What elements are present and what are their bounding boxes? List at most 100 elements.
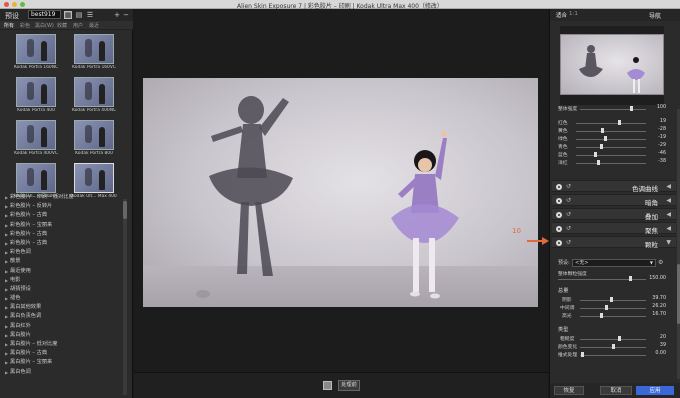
slider-knob[interactable] [596,160,600,165]
navigator-preview[interactable] [560,26,664,105]
magenta-slider[interactable]: 洋红 -38 [558,159,666,167]
grid-view-icon[interactable]: ▦ [64,11,72,19]
reset-icon[interactable]: ↺ [566,225,571,232]
preset-thumbnail[interactable]: Kodak Portra 400VC [12,120,60,158]
slider-knob[interactable] [618,336,622,341]
slider-knob[interactable] [610,297,614,302]
section-grain[interactable]: ↺ 颗粒 ▼ [552,236,676,249]
preset-thumbnail[interactable]: Kodak Portra 800 [70,120,118,158]
section-tone-curve[interactable]: ↺ 色调曲线 ◀ [552,180,676,193]
grain-preset-select[interactable]: <无> ▼ [572,259,656,267]
expand-arrow-icon: ▶ [5,351,9,357]
preset-search-input[interactable]: best919 [28,10,61,19]
preset-category[interactable]: ▶ 黑白胶片 [4,331,122,340]
preset-category[interactable]: ▶ 彩色胶片 – 古典 [4,239,122,248]
reset-button[interactable]: 恢复 [554,386,584,395]
grain-midtones-slider[interactable]: 中间调 26.20 [558,304,666,312]
expand-arrow-icon: ▶ [5,360,9,366]
background-color-swatch[interactable] [323,381,332,390]
slider-knob[interactable] [594,152,598,157]
slider-knob[interactable] [628,276,632,281]
slider-knob[interactable] [581,352,585,357]
zoom-fit-button[interactable]: 适合 [556,11,567,19]
section-toggle-icon[interactable] [556,212,562,218]
grain-push-processing-slider[interactable]: 推式处理 0.00 [558,351,666,359]
slider-knob[interactable] [603,136,607,141]
preset-thumbnail[interactable]: Kodak Portra 160NC [12,34,60,72]
preset-category[interactable]: ▶ 黑白其他效果 [4,303,122,312]
preset-thumbnail[interactable]: Kodak Portra 400 [12,77,60,115]
section-vignette[interactable]: ↺ 暗角 ◀ [552,194,676,207]
preset-category[interactable]: ▶ 电影 [4,276,122,285]
reset-icon[interactable]: ↺ [566,211,571,218]
preset-category[interactable]: ▶ 黑白胶片 – 低对比度 [4,340,122,349]
reset-icon[interactable]: ↺ [566,239,571,246]
yellow-slider[interactable]: 黄色 -28 [558,127,666,135]
preset-category[interactable]: ▶ 黑白负责色调 [4,312,122,321]
cancel-button[interactable]: 取消 [600,386,632,395]
expand-arrow-icon: ▶ [5,195,9,200]
reset-icon[interactable]: ↺ [566,183,571,190]
preset-category[interactable]: ▶ 胡猜预设 [4,285,122,294]
cyan-slider[interactable]: 青色 -29 [558,143,666,151]
preset-category[interactable]: ▶ 黑白红外 [4,322,122,331]
chevron-left-icon: ◀ [666,225,671,232]
add-preset-icon[interactable]: + [113,11,121,19]
tab-user[interactable]: 用户 [73,22,83,29]
before-processing-button[interactable]: 处理前 [338,380,360,391]
green-slider[interactable]: 绿色 -19 [558,135,666,143]
section-toggle-icon[interactable] [556,184,562,190]
preset-category[interactable]: ▶ 彩色胶片 – 古典 [4,211,122,220]
tab-recent[interactable]: 最近 [89,22,99,29]
tab-favorites[interactable]: 收藏 [57,22,67,29]
tab-bw[interactable]: 黑白(W) [35,22,54,29]
preset-category[interactable]: ▶ 彩色胶片 – 古典 [4,230,122,239]
overall-intensity-slider[interactable]: 整体强度 100 [558,105,666,113]
preset-list-scrollbar[interactable] [123,199,127,395]
slider-knob[interactable] [604,305,608,310]
preset-thumbnail-grid: Kodak Portra 160NC Kodak Portra 160VC Ko… [6,31,124,202]
grain-preset-settings-icon[interactable]: ⚙ [658,259,663,266]
preset-category[interactable]: ▶ 黑白胶片 – 宝丽来 [4,358,122,367]
tab-all[interactable]: 所有 [4,22,14,29]
slider-knob[interactable] [601,128,605,133]
preset-category[interactable]: ▶ 散景 [4,257,122,266]
section-toggle-icon[interactable] [556,198,562,204]
slider-knob[interactable] [629,106,633,111]
overall-grain-slider[interactable]: 整体颗粒强度 150.00 [558,270,666,281]
section-overlays[interactable]: ↺ 叠加 ◀ [552,208,676,221]
slider-knob[interactable] [611,344,615,349]
red-slider[interactable]: 红色 19 [558,119,666,127]
blue-slider[interactable]: 蓝色 -46 [558,151,666,159]
preset-category[interactable]: ▶ 彩色胶片 – 印刷 – 低对比度 [4,193,122,202]
thumbnail-caption: Kodak Portra 800 [75,151,113,156]
preset-category[interactable]: ▶ 彩色色调 [4,248,122,257]
chevron-left-icon: ◀ [666,183,671,190]
preset-category[interactable]: ▶ 最近使用 [4,267,122,276]
preset-category[interactable]: ▶ 黑白胶片 – 古典 [4,349,122,358]
list-view-icon[interactable]: ☰ [86,11,94,19]
slider-knob[interactable] [599,313,603,318]
remove-preset-icon[interactable]: − [122,11,130,19]
small-grid-icon[interactable]: ▤ [75,11,83,19]
grain-color-variation-slider[interactable]: 颜色变化 39 [558,343,666,351]
preset-category[interactable]: ▶ 彩色胶片 – 宝丽来 [4,221,122,230]
section-toggle-icon[interactable] [556,226,562,232]
preset-category[interactable]: ▶ 彩色胶片 – 反转片 [4,202,122,211]
slider-knob[interactable] [599,144,603,149]
reset-icon[interactable]: ↺ [566,197,571,204]
tab-color[interactable]: 彩色 [20,22,30,29]
preset-thumbnail[interactable]: Kodak Portra 160VC [70,34,118,72]
grain-highlights-slider[interactable]: 高光 16.70 [558,312,666,320]
preset-thumbnail[interactable]: Kodak Portra 400NC [70,77,118,115]
apply-button[interactable]: 应用 [636,386,674,395]
grain-shadows-slider[interactable]: 阴影 39.70 [558,296,666,304]
slider-knob[interactable] [617,120,621,125]
grain-preset-label: 预设: [558,260,570,266]
zoom-100-button[interactable]: 1:1 [569,11,578,17]
section-toggle-icon[interactable] [556,240,562,246]
grain-roughness-slider[interactable]: 粗糙度 20 [558,335,666,343]
preset-category[interactable]: ▶ 黑白色调 [4,368,122,377]
section-focus[interactable]: ↺ 聚焦 ◀ [552,222,676,235]
preset-category[interactable]: ▶ 褪色 [4,294,122,303]
